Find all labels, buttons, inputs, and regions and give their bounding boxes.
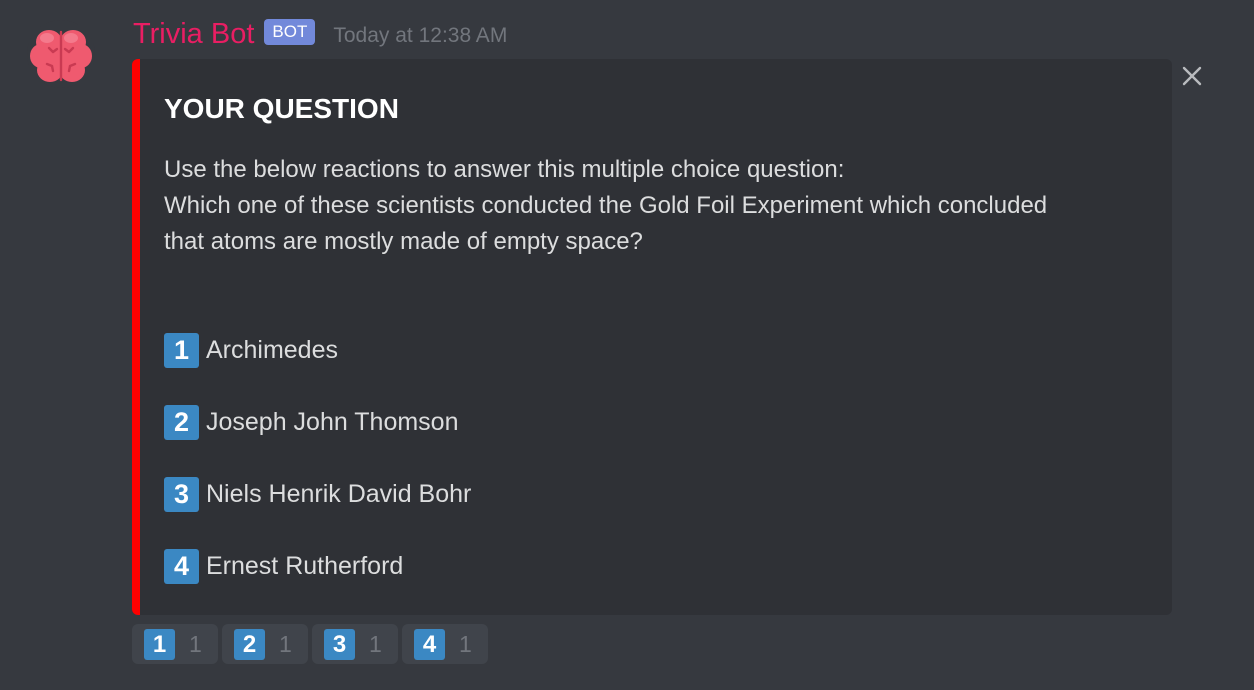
reaction-count: 1 — [459, 630, 472, 657]
timestamp: Today at 12:38 AM — [333, 24, 508, 47]
keycap-4-icon: 4 — [414, 628, 445, 660]
bot-badge: BOT — [264, 19, 316, 45]
keycap-4-icon: 4 — [164, 548, 199, 584]
question-embed: YOUR QUESTION Use the below reactions to… — [132, 59, 1172, 615]
answer-option-3: 3 Niels Henrik David Bohr — [164, 476, 471, 512]
keycap-1-icon: 1 — [164, 332, 199, 368]
reaction-count: 1 — [279, 630, 292, 657]
answer-option-1: 1 Archimedes — [164, 332, 338, 368]
message-header: Trivia Bot BOT Today at 12:38 AM — [133, 14, 507, 54]
option-label: Joseph John Thomson — [206, 407, 459, 436]
embed-accent-bar — [132, 59, 140, 615]
keycap-3-icon: 3 — [324, 628, 355, 660]
reaction-button-4[interactable]: 4 1 — [402, 624, 488, 664]
keycap-2-icon: 2 — [234, 628, 265, 660]
keycap-3-icon: 3 — [164, 476, 199, 512]
description-line: Use the below reactions to answer this m… — [164, 156, 845, 183]
chat-message: Trivia Bot BOT Today at 12:38 AM YOUR QU… — [0, 0, 1254, 690]
brain-icon[interactable] — [27, 20, 95, 88]
keycap-2-icon: 2 — [164, 404, 199, 440]
username[interactable]: Trivia Bot — [133, 14, 254, 54]
embed-title: YOUR QUESTION — [164, 93, 399, 124]
option-label: Niels Henrik David Bohr — [206, 479, 472, 508]
answer-option-4: 4 Ernest Rutherford — [164, 548, 403, 584]
reaction-button-2[interactable]: 2 1 — [222, 624, 308, 664]
reaction-button-3[interactable]: 3 1 — [312, 624, 398, 664]
reaction-count: 1 — [189, 630, 202, 657]
description-line: that atoms are mostly made of empty spac… — [164, 228, 643, 255]
keycap-1-icon: 1 — [144, 628, 175, 660]
reaction-count: 1 — [369, 630, 382, 657]
option-label: Ernest Rutherford — [206, 551, 404, 580]
reaction-button-1[interactable]: 1 1 — [132, 624, 218, 664]
answer-option-2: 2 Joseph John Thomson — [164, 404, 458, 440]
option-label: Archimedes — [206, 335, 338, 364]
description-line: Which one of these scientists conducted … — [164, 192, 1048, 219]
reaction-bar: 1 1 2 1 3 1 4 1 — [132, 624, 492, 664]
close-icon[interactable] — [1178, 62, 1206, 90]
